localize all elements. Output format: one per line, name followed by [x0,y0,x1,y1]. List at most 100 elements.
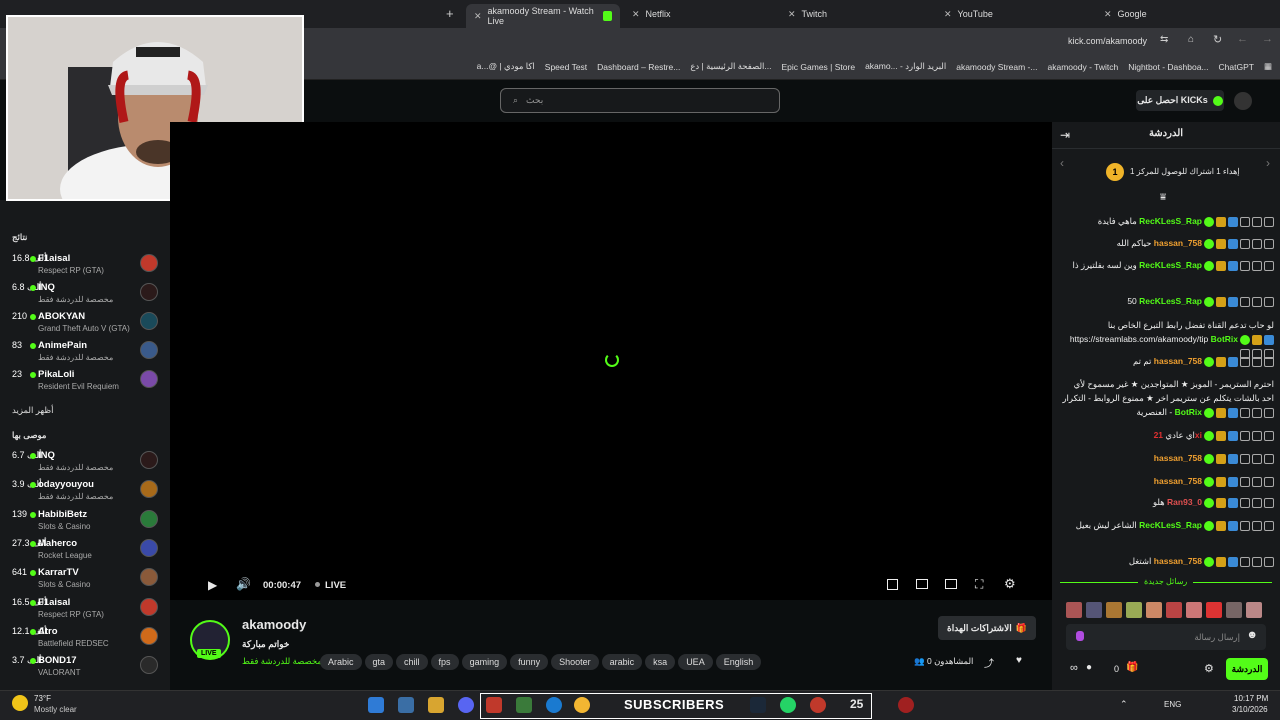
bookmarks-menu-icon[interactable]: ▦ [1264,61,1272,72]
tag-chip[interactable]: funny [510,654,549,670]
close-icon[interactable]: ✕ [1104,9,1112,20]
delete-icon[interactable] [1264,476,1274,487]
delete-icon[interactable] [1264,296,1274,307]
timeout-icon[interactable] [1252,430,1262,441]
emote-icon[interactable] [1106,602,1122,618]
reload-icon[interactable]: ↻ [1213,33,1222,46]
forward-icon[interactable]: → [1262,33,1273,45]
delete-icon[interactable] [1264,238,1274,249]
discord-icon[interactable] [458,697,474,713]
chat-username[interactable]: RecKLesS_Rap [1139,260,1202,270]
start-icon[interactable] [368,697,384,713]
share-icon[interactable]: ⤴ [984,655,994,670]
timeout-icon[interactable] [1252,453,1262,464]
app-icon[interactable] [898,697,914,713]
app-icon[interactable] [810,697,826,713]
chat-username[interactable]: BotRix [1211,334,1238,344]
url-field[interactable]: kick.com/akamoody [1068,36,1147,46]
sidebar-channel[interactable]: 16.5 ألف F1aisal Respect RP (GTA) [0,594,170,623]
tab-akamoody[interactable]: ✕ akamoody Stream - Watch Live [466,4,620,28]
tag-chip[interactable]: Shooter [551,654,599,670]
send-chat-button[interactable]: الدردشة [1226,658,1268,680]
mic-icon[interactable] [1076,631,1084,641]
tray-chevron-icon[interactable]: ⌃ [1120,699,1128,710]
delete-icon[interactable] [1264,260,1274,271]
clip-icon[interactable] [916,579,928,589]
emote-icon[interactable] [1166,602,1182,618]
timeout-icon[interactable] [1252,216,1262,227]
sidebar-channel[interactable]: 6.7 ألفINQمخصصة للدردشة فقط [0,447,170,476]
language-indicator[interactable]: ENG [1164,700,1181,709]
gift-subs-button[interactable]: الاشتراكات الهداة 🎁 [938,616,1036,640]
delete-icon[interactable] [1264,216,1274,227]
close-icon[interactable]: ✕ [632,9,640,20]
bookmark[interactable]: a...@ | اكا مودي [477,61,535,72]
chat-username[interactable]: RecKLesS_Rap [1139,216,1202,226]
bookmark[interactable]: ChatGPT [1219,62,1254,72]
timeout-icon[interactable] [1252,296,1262,307]
tag-chip[interactable]: chill [396,654,428,670]
app-icon[interactable] [486,697,502,713]
user-avatar[interactable] [1234,92,1252,110]
chat-username[interactable]: hassan_758 [1154,356,1202,366]
sidebar-channel[interactable]: 83 AnimePain مخصصة للدردشة فقط [0,337,170,366]
clock-time[interactable]: 10:17 PM [1234,694,1268,703]
sidebar-channel[interactable]: 3.9 ألفodayyouyouمخصصة للدردشة فقط [0,476,170,505]
sidebar-channel[interactable]: 27.3 ألف Maherco Rocket League [0,535,170,564]
volume-icon[interactable]: 🔊 [236,577,251,591]
channel-name[interactable]: akamoody [242,617,306,632]
app-icon[interactable] [516,697,532,713]
theater-icon[interactable] [945,579,957,589]
emoji-icon[interactable]: ☻ [1246,629,1258,641]
gift-icon[interactable]: 🎁 [1126,662,1138,673]
sidebar-channel[interactable]: 23 PikaLoli Resident Evil Requiem [0,366,170,395]
chat-input[interactable]: إرسال رسالة ☻ [1066,624,1266,650]
bookmark[interactable]: Dashboard – Restre... [597,62,680,72]
delete-icon[interactable] [1264,430,1274,441]
timeout-icon[interactable] [1252,356,1262,367]
tab-google[interactable]: ✕ Google [1096,4,1256,24]
tag-chip[interactable]: UEA [678,654,713,670]
pip-icon[interactable] [887,579,898,590]
tab-netflix[interactable]: ✕ Netflix [624,4,774,24]
emote-icon[interactable] [1126,602,1142,618]
emote-icon[interactable] [1186,602,1202,618]
delete-icon[interactable] [1264,453,1274,464]
close-icon[interactable]: ✕ [474,11,482,22]
chat-username[interactable]: hassan_758 [1154,476,1202,486]
bookmark[interactable]: Speed Test [545,62,587,72]
chat-username[interactable]: hassan_758 [1154,453,1202,463]
tag-chip[interactable]: arabic [601,654,643,670]
delete-icon[interactable] [1264,497,1274,508]
infinity-icon[interactable]: ∞ [1070,662,1078,674]
delete-icon[interactable] [1264,556,1274,567]
delete-icon[interactable] [1264,520,1274,531]
play-icon[interactable]: ▶ [208,578,217,592]
delete-icon[interactable] [1264,356,1274,367]
get-kicks-button[interactable]: احصل على KICKs [1136,90,1224,111]
fullscreen-icon[interactable]: ⛶ [975,577,983,592]
filter-icon[interactable]: ⩸ [1160,192,1166,203]
search-input[interactable]: ⌕ بحث [500,88,780,113]
tag-chip[interactable]: Arabic [320,654,362,670]
sidebar-channel[interactable]: 3.7 ألفBOND17VALORANT [0,652,170,681]
tag-chip[interactable]: gaming [461,654,508,670]
follow-icon[interactable]: ♥ [1016,655,1022,666]
close-icon[interactable]: ✕ [788,9,796,20]
tag-chip[interactable]: ksa [645,654,676,670]
chrome-icon[interactable] [574,697,590,713]
stream-category[interactable]: مخصصة للدردشة فقط [242,656,322,667]
clock-date[interactable]: 3/10/2026 [1232,705,1268,714]
settings-icon[interactable]: ⚙ [1004,576,1016,592]
sidebar-channel[interactable]: 12.1 ألف Atro Battlefield REDSEC [0,623,170,652]
chat-username[interactable]: RecKLesS_Rap [1139,296,1202,306]
timeout-icon[interactable] [1252,520,1262,531]
emote-icon[interactable] [1246,602,1262,618]
delete-icon[interactable] [1264,407,1274,418]
folder-icon[interactable] [428,697,444,713]
timeout-icon[interactable] [1252,497,1262,508]
bookmark[interactable]: akamoody - Twitch [1047,62,1118,72]
tag-chip[interactable]: fps [430,654,459,670]
emote-icon[interactable] [1066,602,1082,618]
tag-chip[interactable]: English [715,654,762,670]
